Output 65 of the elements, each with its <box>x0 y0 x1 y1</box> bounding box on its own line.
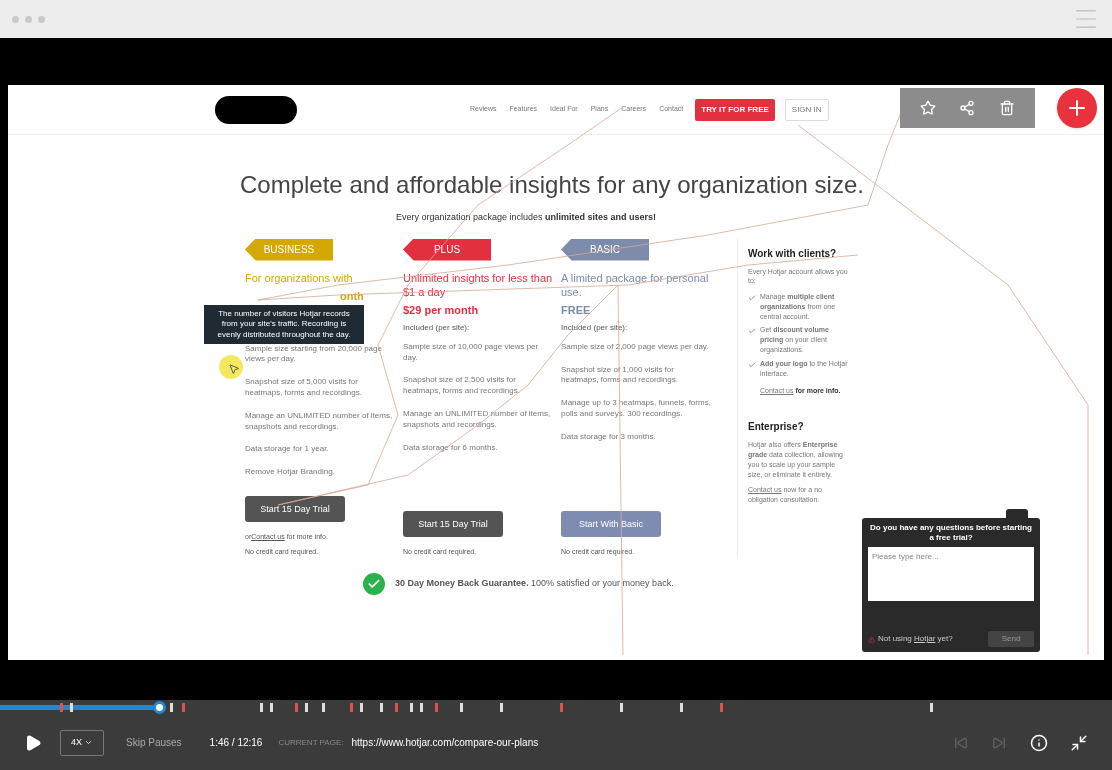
caret-icon <box>84 738 93 747</box>
clients-title: Work with clients? <box>748 246 838 261</box>
hotjar-link[interactable]: Hotjar <box>914 633 936 645</box>
plan-feature: Data storage for 6 months. <box>403 442 499 454</box>
play-icon[interactable] <box>24 733 42 752</box>
plan-button[interactable]: Start 15 Day Trial <box>245 495 345 522</box>
share-icon[interactable] <box>959 100 976 116</box>
plan-feature: Sample size of 10,000 page views per day. <box>403 341 540 364</box>
plan-badge: BUSINESS <box>245 238 333 261</box>
current-page-label: CURRENT PAGE: <box>278 736 344 749</box>
playhead-handle[interactable] <box>153 701 166 714</box>
star-icon[interactable] <box>919 100 936 116</box>
plan-feature: Sample size of 2,000 page views per day. <box>561 341 710 353</box>
playback-time: 1:46 / 12:16 <box>209 736 263 750</box>
info-icon[interactable] <box>1030 733 1048 752</box>
plan-feature: Snapshot size of 2,500 visits for heatmaps, forms and recordings. <box>403 375 521 397</box>
check-icon <box>748 360 756 369</box>
plan-feature: Manage an UNLIMITED number of items, snapshots and recordings. <box>403 408 552 431</box>
plan-feature: Data storage for 1 year. <box>245 444 330 456</box>
plan-tagline: For organizations with <box>245 270 354 285</box>
guarantee-text: 30 Day Money Back Guarantee. 100% satisfied or your money back. <box>395 576 674 590</box>
plan-feature: Data storage for 3 months. <box>561 431 657 443</box>
trash-icon[interactable] <box>999 100 1016 116</box>
chat-question: Do you have any questions before starting a free trial? <box>869 523 1033 543</box>
chat-footer-text: yet? <box>936 633 953 645</box>
plan-price: onth <box>339 288 365 304</box>
click-highlight-icon <box>219 355 243 379</box>
collapse-icon[interactable] <box>1070 733 1088 752</box>
sign-in-button[interactable]: SIGN IN <box>784 98 829 121</box>
plan-feature: Manage up to 3 heatmaps, funnels, forms, polls and surveys. 300 recordings. <box>561 398 711 420</box>
plan-tagline: Unlimited insights for less than $1 a day <box>403 270 553 300</box>
plan-badge: PLUS <box>403 238 491 261</box>
plan-price: FREE <box>561 303 592 318</box>
current-page-url: https://www.hotjar.com/compare-our-plans <box>351 736 539 750</box>
plan-button[interactable]: Start With Basic <box>561 511 661 538</box>
warning-icon <box>868 635 875 643</box>
chat-footer-text: Not using <box>878 633 913 645</box>
timeline-track[interactable] <box>0 700 1112 715</box>
next-icon[interactable] <box>992 735 1006 750</box>
included-label: Included (per site): <box>403 322 471 334</box>
plan-feature: Remove Hotjar Branding. <box>245 467 336 478</box>
plan-feature: Snapshot size of 5,000 visits for heatmaps, forms and recordings. <box>245 377 363 399</box>
plan-button[interactable]: Start 15 Day Trial <box>403 511 503 538</box>
add-button[interactable] <box>1057 88 1097 128</box>
plan-price: $29 per month <box>403 303 480 318</box>
check-icon <box>748 294 756 303</box>
speed-dropdown[interactable]: 4X <box>60 729 104 756</box>
page-headline: Complete and affordable insights for any organization size. <box>239 173 865 197</box>
send-button[interactable]: Send <box>988 631 1034 647</box>
enterprise-title: Enterprise? <box>748 420 805 435</box>
plan-badge: BASIC <box>561 238 649 261</box>
page-subheadline: Every organization package includes unlimited sites and users! <box>395 211 658 224</box>
plan-feature: Snapshot size of 1,000 visits for heatmaps, forms and recordings. <box>561 364 679 387</box>
cursor-icon <box>228 363 240 375</box>
minimize-tab[interactable] <box>1006 509 1028 519</box>
previous-icon[interactable] <box>954 735 968 750</box>
plan-feature: Manage an UNLIMITED number of items, snapshots and recordings. <box>245 410 394 433</box>
check-icon <box>748 327 756 336</box>
included-label: Included (per site): <box>561 322 629 334</box>
skip-pauses-toggle[interactable]: Skip Pauses <box>126 735 182 750</box>
tooltip: The number of visitors Hotjar records from your site's traffic. Recording is evenly distributed throughout the day. <box>204 305 364 345</box>
plan-feature: Sample size starting from 20,000 page views per day. <box>245 343 383 366</box>
plan-tagline: A limited package for personal use. <box>561 270 710 300</box>
try-free-button[interactable]: TRY IT FOR FREE <box>695 98 775 121</box>
chat-input[interactable]: Please type here... <box>868 547 1034 601</box>
